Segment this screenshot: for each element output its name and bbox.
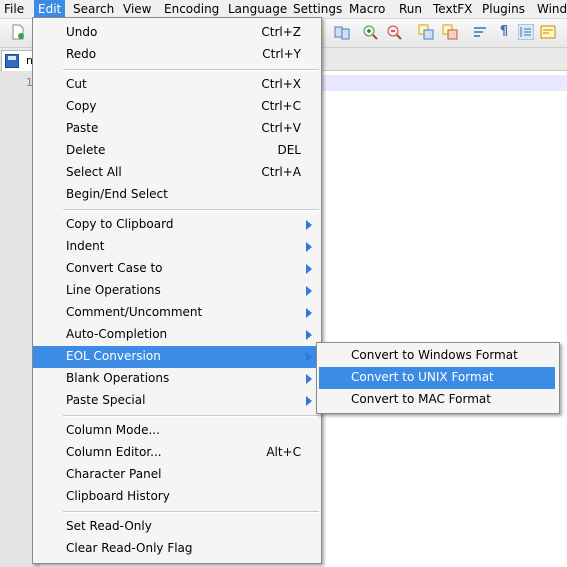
- menu-view[interactable]: View: [123, 1, 151, 17]
- menu-item-label: Line Operations: [66, 283, 161, 297]
- menu-item-label: Redo: [66, 47, 97, 61]
- menu-item-shortcut: Ctrl+C: [261, 99, 301, 113]
- menu-item-label: Clipboard History: [66, 489, 170, 503]
- menu-language[interactable]: Language: [228, 1, 287, 17]
- menu-textfx[interactable]: TextFX: [433, 1, 472, 17]
- menu-separator: [63, 69, 319, 71]
- save-icon: [5, 54, 19, 68]
- menu-item-line-operations[interactable]: Line Operations: [33, 280, 321, 302]
- menu-item-clipboard-history[interactable]: Clipboard History: [33, 486, 321, 508]
- eol-conversion-submenu: Convert to Windows Format Convert to UNI…: [316, 342, 560, 414]
- menu-plugins[interactable]: Plugins: [482, 1, 525, 17]
- submenu-item-mac-format[interactable]: Convert to MAC Format: [317, 389, 559, 411]
- menu-item-label: Delete: [66, 143, 106, 157]
- menu-item-begin-end-select[interactable]: Begin/End Select: [33, 184, 321, 206]
- menu-separator: [63, 415, 319, 417]
- word-wrap-icon[interactable]: [472, 24, 488, 40]
- menu-run[interactable]: Run: [399, 1, 422, 17]
- user-defined-dialog-icon[interactable]: [540, 24, 556, 40]
- menu-item-label: Undo: [66, 25, 98, 39]
- sync-scroll-icon[interactable]: [334, 24, 350, 40]
- menu-item-label: Begin/End Select: [66, 187, 168, 201]
- menu-item-clear-read-only-flag[interactable]: Clear Read-Only Flag: [33, 538, 321, 560]
- menu-search[interactable]: Search: [73, 1, 114, 17]
- submenu-item-unix-format[interactable]: Convert to UNIX Format: [319, 367, 555, 389]
- zoom-out-icon[interactable]: [386, 24, 402, 40]
- menu-item-shortcut: Ctrl+Y: [262, 47, 301, 61]
- menu-item-label: Paste Special: [66, 393, 146, 407]
- menu-window[interactable]: Wind: [537, 1, 567, 17]
- menu-item-label: Character Panel: [66, 467, 162, 481]
- submenu-arrow-icon: [306, 220, 312, 230]
- new-file-icon[interactable]: [10, 24, 26, 40]
- menu-item-label: Convert Case to: [66, 261, 163, 275]
- menu-item-column-mode[interactable]: Column Mode...: [33, 420, 321, 442]
- menu-item-set-read-only[interactable]: Set Read-Only: [33, 516, 321, 538]
- menu-item-label: Auto-Completion: [66, 327, 168, 341]
- menu-item-label: Indent: [66, 239, 105, 253]
- menu-item-shortcut: DEL: [277, 143, 301, 157]
- menu-item-label: Comment/Uncomment: [66, 305, 203, 319]
- submenu-arrow-icon: [306, 242, 312, 252]
- menu-settings[interactable]: Settings: [293, 1, 342, 17]
- menu-item-indent[interactable]: Indent: [33, 236, 321, 258]
- menu-item-label: Copy to Clipboard: [66, 217, 174, 231]
- menu-edit[interactable]: Edit: [34, 0, 66, 18]
- edit-menu: Undo Ctrl+Z Redo Ctrl+Y Cut Ctrl+X Copy …: [32, 17, 322, 564]
- submenu-arrow-icon: [306, 330, 312, 340]
- menu-item-label: Select All: [66, 165, 122, 179]
- menu-item-label: Column Editor...: [66, 445, 162, 459]
- menu-separator: [63, 209, 319, 211]
- menu-item-copy-to-clipboard[interactable]: Copy to Clipboard: [33, 214, 321, 236]
- menu-item-select-all[interactable]: Select All Ctrl+A: [33, 162, 321, 184]
- submenu-arrow-icon: [306, 396, 312, 406]
- menu-item-shortcut: Ctrl+Z: [261, 25, 301, 39]
- menu-item-delete[interactable]: Delete DEL: [33, 140, 321, 162]
- menu-item-shortcut: Ctrl+V: [261, 121, 301, 135]
- menu-item-label: EOL Conversion: [66, 349, 161, 363]
- sync-vertical-icon[interactable]: [418, 24, 434, 40]
- submenu-item-label: Convert to MAC Format: [351, 392, 491, 406]
- menu-item-blank-operations[interactable]: Blank Operations: [33, 368, 321, 390]
- menu-item-cut[interactable]: Cut Ctrl+X: [33, 74, 321, 96]
- submenu-arrow-icon: [306, 264, 312, 274]
- menu-item-undo[interactable]: Undo Ctrl+Z: [33, 22, 321, 44]
- menu-item-label: Paste: [66, 121, 99, 135]
- menu-item-character-panel[interactable]: Character Panel: [33, 464, 321, 486]
- menu-item-paste-special[interactable]: Paste Special: [33, 390, 321, 412]
- submenu-arrow-icon: [306, 352, 312, 362]
- menu-item-shortcut: Alt+C: [266, 445, 301, 459]
- menu-item-label: Cut: [66, 77, 87, 91]
- menu-item-shortcut: Ctrl+X: [261, 77, 301, 91]
- submenu-arrow-icon: [306, 374, 312, 384]
- show-all-chars-icon[interactable]: ¶: [496, 24, 512, 40]
- menu-item-label: Blank Operations: [66, 371, 170, 385]
- menu-separator: [63, 511, 319, 513]
- menu-encoding[interactable]: Encoding: [164, 1, 219, 17]
- menu-item-eol-conversion[interactable]: EOL Conversion: [33, 346, 321, 368]
- menu-item-copy[interactable]: Copy Ctrl+C: [33, 96, 321, 118]
- menu-item-label: Set Read-Only: [66, 519, 152, 533]
- menu-item-label: Copy: [66, 99, 97, 113]
- submenu-item-windows-format[interactable]: Convert to Windows Format: [317, 345, 559, 367]
- submenu-arrow-icon: [306, 308, 312, 318]
- menu-item-label: Clear Read-Only Flag: [66, 541, 193, 555]
- menu-macro[interactable]: Macro: [349, 1, 385, 17]
- menu-item-auto-completion[interactable]: Auto-Completion: [33, 324, 321, 346]
- menu-item-label: Column Mode...: [66, 423, 160, 437]
- submenu-item-label: Convert to Windows Format: [351, 348, 518, 362]
- submenu-item-label: Convert to UNIX Format: [351, 370, 494, 384]
- menu-file[interactable]: File: [4, 1, 24, 17]
- sync-horizontal-icon[interactable]: [442, 24, 458, 40]
- menu-item-redo[interactable]: Redo Ctrl+Y: [33, 44, 321, 66]
- menu-item-comment-uncomment[interactable]: Comment/Uncomment: [33, 302, 321, 324]
- zoom-in-icon[interactable]: [362, 24, 378, 40]
- menu-item-paste[interactable]: Paste Ctrl+V: [33, 118, 321, 140]
- submenu-arrow-icon: [306, 286, 312, 296]
- menu-item-column-editor[interactable]: Column Editor... Alt+C: [33, 442, 321, 464]
- indent-guide-icon[interactable]: [518, 24, 534, 40]
- menu-item-convert-case[interactable]: Convert Case to: [33, 258, 321, 280]
- menu-item-shortcut: Ctrl+A: [261, 165, 301, 179]
